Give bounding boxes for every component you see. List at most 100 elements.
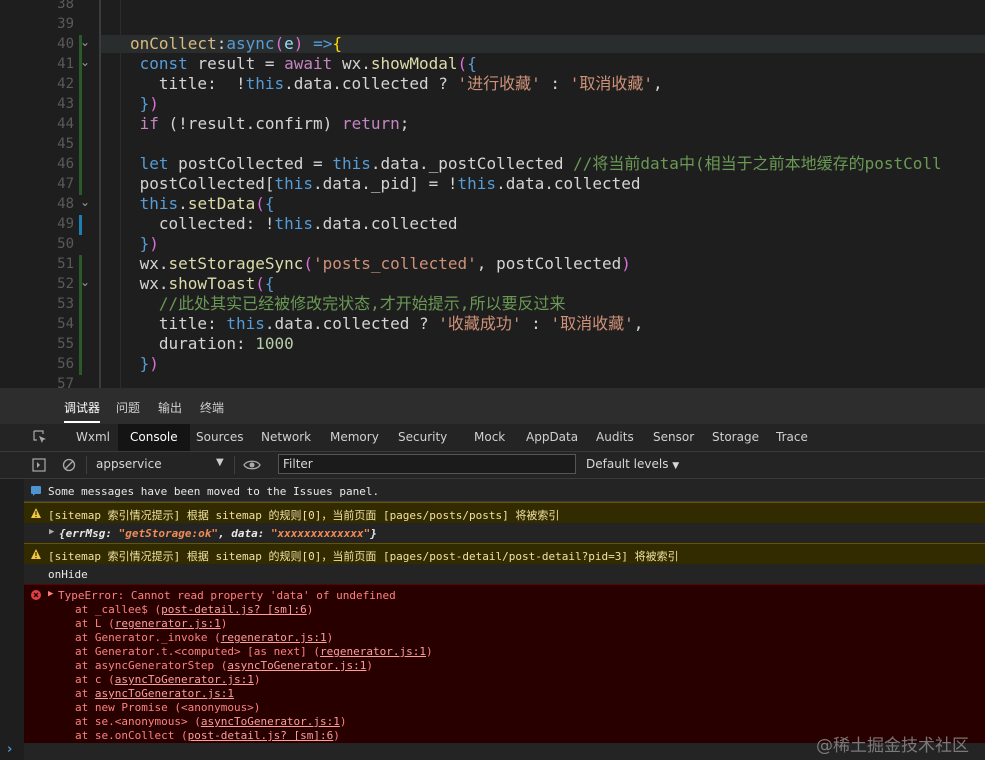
- line-number: 55: [57, 336, 74, 352]
- console-message-object[interactable]: ▶ {errMsg: "getStorage:ok", data: "xxxxx…: [24, 523, 985, 544]
- tab-network[interactable]: Network: [255, 424, 317, 451]
- tab-audits[interactable]: Audits: [590, 424, 640, 451]
- code-token: this: [139, 194, 179, 213]
- object-key: , data:: [217, 527, 271, 540]
- stack-frame: at _callee$ (post-detail.js? [sm]:6): [75, 603, 313, 616]
- clear-console-icon[interactable]: [62, 458, 76, 472]
- log-levels-dropdown[interactable]: Default levels ▼: [586, 457, 679, 471]
- code-token: showModal: [370, 54, 458, 73]
- code-token: (!result.confirm): [158, 114, 342, 133]
- expand-triangle-icon[interactable]: ▶: [48, 589, 53, 599]
- console-prompt-chevron-icon[interactable]: ›: [7, 742, 12, 757]
- code-token: title: !: [130, 74, 246, 93]
- object-preview: {errMsg: "getStorage:ok", data: "xxxxxxx…: [59, 527, 377, 540]
- code-token: .: [178, 194, 188, 213]
- tab-debugger[interactable]: 调试器: [64, 399, 101, 423]
- code-token: .data._pid] = !: [313, 174, 458, 193]
- chevron-down-icon: ▼: [672, 461, 680, 471]
- source-link[interactable]: regenerator.js:1: [115, 617, 221, 630]
- tab-trace[interactable]: Trace: [770, 424, 814, 451]
- source-link[interactable]: asyncToGenerator.js:1: [201, 715, 340, 728]
- fold-chevron-icon[interactable]: ⌄: [80, 35, 90, 49]
- stack-frame: at Generator.t.<computed> [as next] (reg…: [75, 645, 433, 658]
- fold-chevron-icon[interactable]: ⌄: [80, 195, 90, 209]
- tab-mock[interactable]: Mock: [468, 424, 511, 451]
- source-link[interactable]: asyncToGenerator.js:1: [227, 659, 366, 672]
- line-number: 50: [57, 236, 74, 252]
- code-text: wx.setStorageSync('posts_collected', pos…: [130, 254, 631, 274]
- code-token: this: [274, 214, 314, 233]
- fold-chevron-icon[interactable]: ⌄: [80, 55, 90, 69]
- code-token: if: [139, 114, 159, 133]
- code-token: this: [245, 74, 285, 93]
- filter-input[interactable]: [278, 454, 576, 474]
- source-link[interactable]: asyncToGenerator.js:1: [115, 673, 254, 686]
- code-line: 40 ⌄ onCollect:async(e) =>{: [0, 34, 985, 54]
- line-number: 41: [57, 56, 74, 72]
- console-message-log: onHide: [24, 564, 985, 584]
- code-editor[interactable]: 38 39 40 ⌄ onCollect:async(e) =>{41 ⌄ const r…: [0, 0, 985, 388]
- tab-sources[interactable]: Sources: [190, 424, 249, 451]
- object-key: errMsg:: [65, 527, 119, 540]
- line-number: 52: [57, 276, 74, 292]
- tab-memory[interactable]: Memory: [324, 424, 385, 451]
- tab-appdata[interactable]: AppData: [520, 424, 584, 451]
- code-token: (: [255, 274, 265, 293]
- stack-frame-text: at _callee$ (: [75, 603, 162, 616]
- tab-console[interactable]: Console: [118, 424, 190, 451]
- line-number: 43: [57, 96, 74, 112]
- code-token: this: [457, 174, 497, 193]
- line-number: 54: [57, 316, 74, 332]
- code-line: 39: [0, 14, 985, 34]
- tab-storage[interactable]: Storage: [706, 424, 765, 451]
- divider: [234, 456, 235, 474]
- code-line: 42 title: !this.data.collected ? '进行收藏' …: [0, 74, 985, 94]
- code-line: 49 collected: !this.data.collected: [0, 214, 985, 234]
- source-link[interactable]: post-detail.js? [sm]:6: [161, 603, 307, 616]
- tab-security[interactable]: Security: [392, 424, 453, 451]
- code-token: =>: [313, 34, 333, 53]
- stack-frame-text: ): [253, 673, 261, 686]
- tab-terminal[interactable]: 终端: [200, 399, 224, 416]
- eye-icon[interactable]: [243, 458, 261, 472]
- code-line: 52 ⌄ wx.showToast({: [0, 274, 985, 294]
- code-text: title: this.data.collected ? '收藏成功' : '取…: [130, 314, 643, 334]
- stack-frame: at asyncGeneratorStep (asyncToGenerator.…: [75, 659, 373, 672]
- code-token: '取消收藏': [569, 74, 653, 93]
- tab-problems[interactable]: 问题: [116, 399, 140, 416]
- message-text: Some messages have been moved to the Iss…: [48, 485, 380, 498]
- tab-output[interactable]: 输出: [158, 399, 182, 416]
- fold-chevron-icon[interactable]: ⌄: [80, 275, 90, 289]
- code-token: ): [293, 34, 304, 53]
- code-token: {: [264, 274, 275, 293]
- stack-frame-text: ): [306, 603, 314, 616]
- code-token: (: [274, 34, 285, 53]
- code-line: 48 ⌄ this.setData({: [0, 194, 985, 214]
- source-link[interactable]: post-detail.js? [sm]:6: [188, 729, 334, 742]
- chevron-down-icon[interactable]: ▼: [216, 457, 224, 468]
- source-link[interactable]: regenerator.js:1: [320, 645, 426, 658]
- devtools-tab-bar: Wxml Console Sources Network Memory Secu…: [0, 424, 985, 452]
- source-link[interactable]: regenerator.js:1: [221, 631, 327, 644]
- code-token: wx.: [332, 54, 371, 73]
- code-token: wx.: [130, 274, 169, 293]
- line-number: 38: [57, 0, 74, 12]
- inspect-element-icon[interactable]: [33, 430, 47, 444]
- console-output[interactable]: Some messages have been moved to the Iss…: [24, 479, 985, 760]
- code-text: let postCollected = this.data._postColle…: [130, 154, 942, 174]
- tab-sensor[interactable]: Sensor: [647, 424, 700, 451]
- sidebar-toggle-icon[interactable]: [32, 458, 46, 472]
- tab-wxml[interactable]: Wxml: [70, 424, 116, 451]
- stack-frame-text: at Generator._invoke (: [75, 631, 221, 644]
- context-select[interactable]: appservice: [96, 457, 162, 471]
- code-token: setStorageSync: [168, 254, 304, 273]
- line-number: 40: [57, 36, 74, 52]
- source-link[interactable]: asyncToGenerator.js:1: [95, 687, 234, 700]
- code-token: this: [226, 314, 265, 333]
- expand-triangle-icon[interactable]: ▶: [49, 527, 54, 537]
- line-number: 48: [57, 196, 74, 212]
- code-line: 51 wx.setStorageSync('posts_collected', …: [0, 254, 985, 274]
